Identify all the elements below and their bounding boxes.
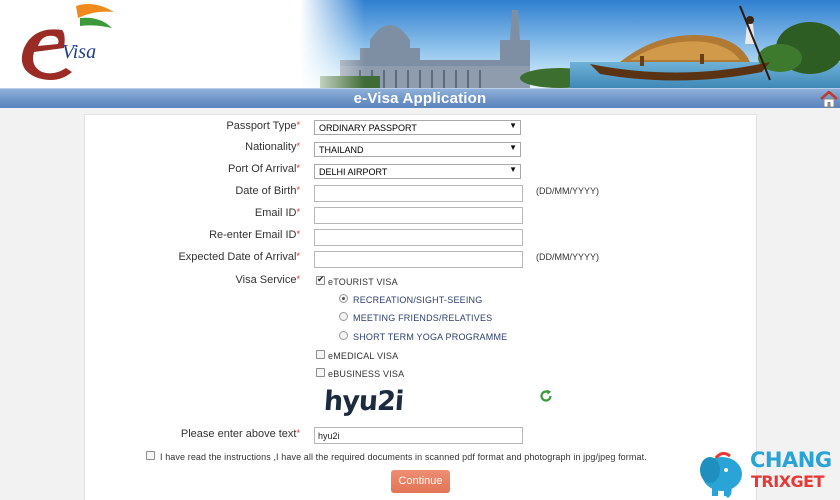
- etourist-visa-label: eTOURIST VISA: [328, 277, 398, 287]
- purpose-meeting-friends-radio[interactable]: [339, 312, 348, 321]
- purpose-yoga-label: SHORT TERM YOGA PROGRAMME: [353, 332, 508, 342]
- port-of-arrival-label: Port Of Arrival*: [228, 163, 300, 175]
- purpose-recreation-radio[interactable]: [339, 294, 348, 303]
- captcha-image: hyu2i: [322, 386, 405, 417]
- reenter-email-label: Re-enter Email ID*: [209, 229, 300, 241]
- terms-checkbox[interactable]: [146, 451, 155, 460]
- refresh-captcha-icon[interactable]: [539, 389, 553, 403]
- expected-arrival-format-hint: (DD/MM/YYYY): [536, 252, 599, 262]
- email-input[interactable]: [314, 207, 523, 224]
- emedical-visa-label: eMEDICAL VISA: [328, 351, 399, 361]
- passport-type-select[interactable]: ORDINARY PASSPORT ▼: [314, 120, 521, 135]
- captcha-input-label: Please enter above text*: [180, 428, 300, 440]
- header-banner: Visa: [0, 0, 840, 88]
- expected-arrival-input[interactable]: [314, 251, 523, 268]
- nationality-label: Nationality*: [245, 141, 300, 153]
- date-of-birth-input[interactable]: [314, 185, 523, 202]
- reenter-email-input[interactable]: [314, 229, 523, 246]
- home-icon[interactable]: [818, 90, 840, 108]
- email-label: Email ID*: [254, 207, 300, 219]
- etourist-visa-checkbox[interactable]: [316, 274, 325, 285]
- passport-type-label: Passport Type*: [226, 120, 300, 132]
- ebusiness-visa-label: eBUSINESS VISA: [328, 369, 405, 379]
- terms-label: I have read the instructions ,I have all…: [160, 452, 647, 462]
- ebusiness-visa-checkbox[interactable]: [316, 368, 325, 377]
- captcha-input[interactable]: hyu2i: [314, 427, 523, 444]
- purpose-meeting-friends-label: MEETING FRIENDS/RELATIVES: [353, 313, 493, 323]
- logo-text: Visa: [62, 41, 97, 63]
- nationality-select[interactable]: THAILAND ▼: [314, 142, 521, 157]
- date-of-birth-format-hint: (DD/MM/YYYY): [536, 186, 599, 196]
- continue-button[interactable]: Continue: [391, 470, 450, 493]
- watermark-text-chang: CHANG: [750, 448, 832, 472]
- banner-scenery-image: [300, 0, 840, 88]
- expected-arrival-label: Expected Date of Arrival*: [178, 251, 300, 263]
- page-title: e-Visa Application: [353, 90, 487, 107]
- title-bar: e-Visa Application: [0, 88, 840, 108]
- port-of-arrival-select[interactable]: DELHI AIRPORT ▼: [314, 164, 521, 179]
- date-of-birth-label: Date of Birth*: [235, 185, 300, 197]
- purpose-recreation-label: RECREATION/SIGHT-SEEING: [353, 295, 483, 305]
- visa-service-label: Visa Service*: [235, 274, 300, 286]
- watermark-text-trixget: TRIXGET: [751, 472, 825, 491]
- purpose-yoga-radio[interactable]: [339, 331, 348, 340]
- page: Visa e-Visa Application Passport Type* O…: [0, 0, 840, 500]
- emedical-visa-checkbox[interactable]: [316, 350, 325, 359]
